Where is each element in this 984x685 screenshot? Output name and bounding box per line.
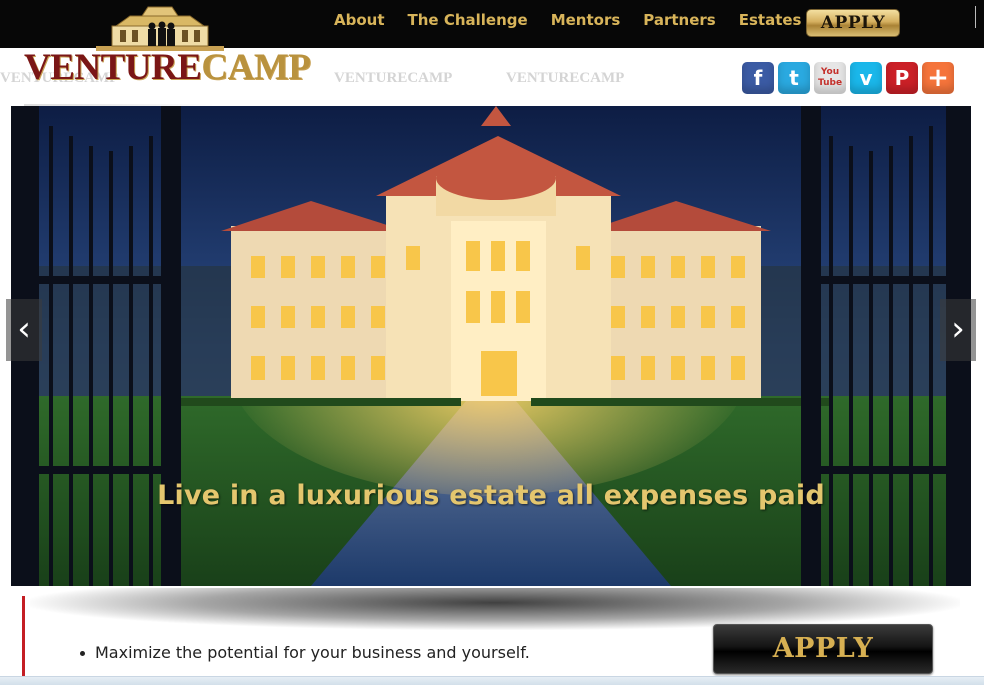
vimeo-icon[interactable]: v bbox=[850, 62, 882, 94]
pinterest-icon[interactable]: P bbox=[886, 62, 918, 94]
hero-image bbox=[11, 106, 971, 586]
apply-button-top[interactable]: APPLY bbox=[806, 9, 900, 37]
nav-the-challenge[interactable]: The Challenge bbox=[408, 10, 528, 30]
bullet-text: Maximize the potential for your business… bbox=[95, 643, 530, 662]
main-nav: About The Challenge Mentors Partners Est… bbox=[334, 10, 825, 30]
youtube-icon[interactable]: You Tube bbox=[814, 62, 846, 94]
nav-partners[interactable]: Partners bbox=[643, 10, 715, 30]
logo-word-venture: VENTURE bbox=[24, 47, 202, 88]
addthis-icon[interactable]: + bbox=[922, 62, 954, 94]
hero-caption: Live in a luxurious estate all expenses … bbox=[157, 480, 825, 511]
hero-prev-arrow-icon[interactable]: ‹ bbox=[6, 299, 42, 361]
facebook-icon[interactable]: f bbox=[742, 62, 774, 94]
logo-building-icon[interactable] bbox=[90, 4, 230, 52]
footer-strip bbox=[0, 676, 984, 685]
logo-wordmark[interactable]: VENTURECAMP bbox=[24, 46, 311, 89]
logo-word-camp: CAMP bbox=[201, 47, 311, 88]
bullet-dot-icon bbox=[80, 651, 85, 656]
nav-about[interactable]: About bbox=[334, 10, 385, 30]
bullet-item: Maximize the potential for your business… bbox=[80, 643, 530, 662]
apply-button[interactable]: APPLY bbox=[713, 624, 933, 674]
hero-next-arrow-icon[interactable]: › bbox=[940, 299, 976, 361]
watermark-logo: VENTURECAMP bbox=[506, 70, 625, 86]
twitter-icon[interactable]: t bbox=[778, 62, 810, 94]
social-icons: f t You Tube v P + bbox=[742, 62, 958, 94]
divider bbox=[975, 6, 976, 28]
watermark-logo: VENTURECAMP bbox=[334, 70, 453, 86]
nav-estates[interactable]: Estates bbox=[739, 10, 802, 30]
hero-slider[interactable]: Live in a luxurious estate all expenses … bbox=[11, 106, 971, 586]
nav-mentors[interactable]: Mentors bbox=[551, 10, 621, 30]
